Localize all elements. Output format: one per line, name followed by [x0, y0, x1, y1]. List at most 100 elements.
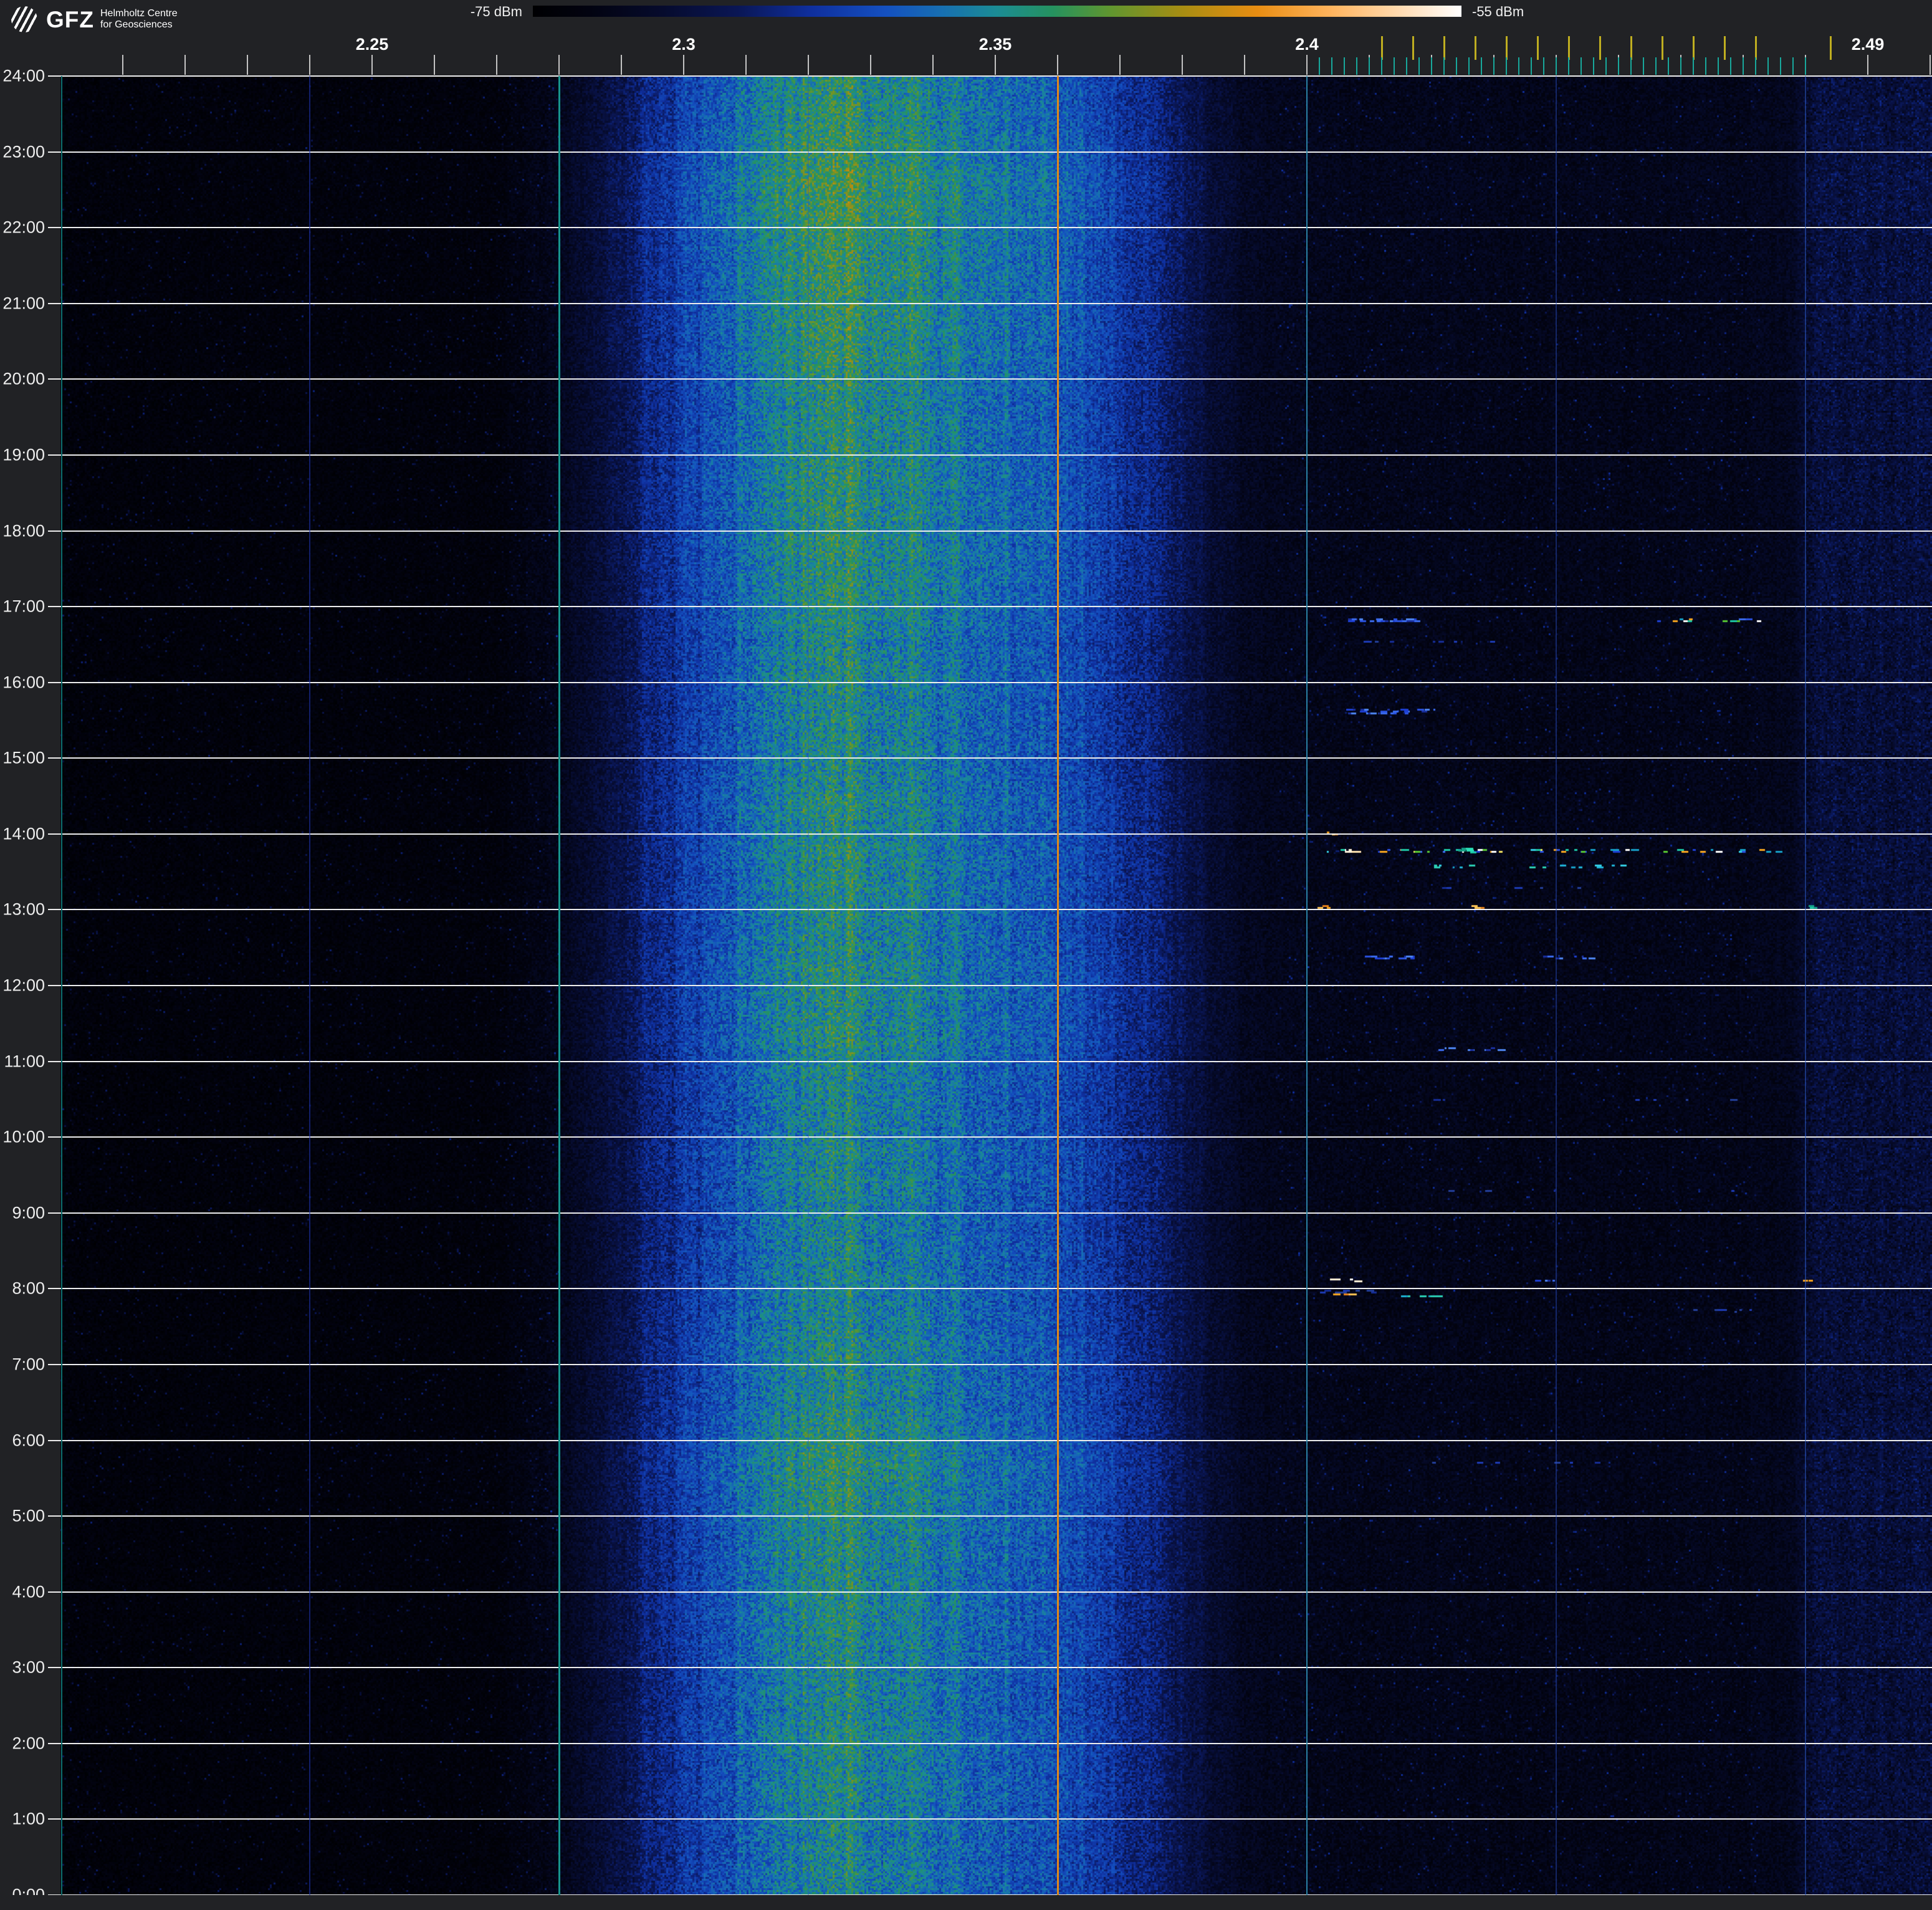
ble-channel-tick [1344, 57, 1345, 75]
wifi-channel-tick [1724, 36, 1726, 60]
hour-gridline [48, 1742, 1932, 1744]
hour-gridline [48, 1212, 1932, 1214]
time-axis-label: 1:00 [12, 1809, 45, 1828]
freq-axis-label: 2.4 [1295, 35, 1319, 54]
freq-marker-line [1306, 76, 1308, 1895]
gfz-logo-subtitle: Helmholtz Centre for Geosciences [100, 8, 178, 31]
ble-channel-tick [1556, 57, 1557, 75]
hour-gridline [48, 530, 1932, 532]
hour-gridline [48, 227, 1932, 229]
freq-minor-tick [1182, 55, 1183, 75]
ble-channel-tick [1767, 57, 1769, 75]
ble-channel-tick [1431, 57, 1432, 75]
freq-minor-tick [184, 55, 186, 75]
gfz-globe-icon [11, 6, 37, 32]
freq-minor-tick [309, 55, 310, 75]
wifi-channel-tick [1506, 36, 1508, 60]
time-axis-label: 21:00 [2, 294, 45, 313]
time-axis-label: 8:00 [12, 1279, 45, 1298]
freq-marker-line [1056, 76, 1059, 1895]
wifi-channel-tick [1412, 36, 1414, 60]
freq-minor-tick [745, 55, 747, 75]
ble-channel-tick [1394, 57, 1395, 75]
ble-channel-tick [1755, 57, 1756, 75]
ble-channel-tick [1443, 57, 1445, 75]
colorbar-gradient [533, 6, 1461, 17]
time-axis-label: 9:00 [12, 1203, 45, 1222]
time-axis-label: 3:00 [12, 1658, 45, 1677]
ble-channel-tick [1581, 57, 1582, 75]
freq-minor-tick [1057, 55, 1058, 75]
hour-gridline [48, 1288, 1932, 1290]
freq-minor-tick [434, 55, 435, 75]
freq-marker-line [558, 76, 560, 1895]
hour-gridline [48, 909, 1932, 911]
freq-minor-tick [1119, 55, 1121, 75]
freq-axis-label: 2.49 [1851, 35, 1885, 54]
ble-channel-tick [1406, 57, 1407, 75]
freq-axis-label: 2.35 [978, 35, 1012, 54]
gfz-brand-text: GFZ [46, 6, 94, 32]
time-axis-label: 15:00 [2, 748, 45, 767]
ble-channel-tick [1730, 57, 1731, 75]
freq-minor-tick [621, 55, 622, 75]
time-axis-label: 5:00 [12, 1506, 45, 1525]
time-axis-label: 16:00 [2, 673, 45, 692]
freq-minor-tick [1244, 55, 1245, 75]
freq-minor-tick [808, 55, 809, 75]
wifi-channel-tick [1568, 36, 1570, 60]
freq-marker-line [61, 76, 62, 1895]
freq-minor-tick [371, 55, 373, 75]
freq-axis-label: 2.25 [355, 35, 389, 54]
ble-channel-tick [1743, 57, 1744, 75]
ble-channel-tick [1705, 57, 1706, 75]
ble-channel-tick [1792, 57, 1794, 75]
time-axis-label: 7:00 [12, 1355, 45, 1374]
ble-channel-tick [1506, 57, 1507, 75]
time-axis-label: 2:00 [12, 1734, 45, 1753]
ble-channel-tick [1593, 57, 1594, 75]
hour-gridline [48, 985, 1932, 986]
wifi-channel-tick [1537, 36, 1539, 60]
ble-channel-tick [1481, 57, 1482, 75]
time-axis-label: 6:00 [12, 1431, 45, 1449]
ble-channel-tick [1630, 57, 1632, 75]
wifi-channel-tick [1381, 36, 1383, 60]
hour-gridline [48, 833, 1932, 835]
ble-channel-tick [1618, 57, 1619, 75]
time-axis-label: 12:00 [2, 976, 45, 995]
time-axis-label: 20:00 [2, 369, 45, 388]
freq-marker-line [309, 76, 310, 1895]
time-axis-label: 4:00 [12, 1582, 45, 1601]
ble-channel-tick [1568, 57, 1569, 75]
colorbar-min-label: -75 dBm [470, 4, 522, 19]
ble-channel-tick [1456, 57, 1457, 75]
hour-gridline [48, 1060, 1932, 1062]
hour-gridline [48, 1363, 1932, 1365]
hour-gridline [48, 378, 1932, 380]
hour-gridline [48, 606, 1932, 608]
freq-marker-line [1556, 76, 1557, 1895]
colorbar-max-label: -55 dBm [1472, 4, 1524, 19]
wifi-channel-tick [1830, 36, 1832, 60]
time-axis-label: 14:00 [2, 824, 45, 843]
freq-minor-tick [122, 55, 123, 75]
freq-minor-tick [870, 55, 871, 75]
freq-marker-line [1805, 76, 1806, 1895]
hour-gridline [48, 1439, 1932, 1441]
freq-axis-label: 2.3 [672, 35, 696, 54]
freq-minor-tick [1306, 55, 1308, 75]
time-axis-label: 24:00 [2, 66, 45, 85]
hour-gridline [48, 1818, 1932, 1820]
hour-gridline [48, 681, 1932, 683]
wifi-channel-tick [1755, 36, 1757, 60]
freq-minor-tick [1930, 55, 1931, 75]
hour-gridline [48, 1591, 1932, 1593]
hour-gridline [48, 151, 1932, 153]
time-axis-label: 17:00 [2, 597, 45, 616]
ble-channel-tick [1468, 57, 1470, 75]
ble-channel-tick [1643, 57, 1644, 75]
freq-minor-tick [496, 55, 497, 75]
wifi-channel-tick [1662, 36, 1663, 60]
time-axis-label: 19:00 [2, 445, 45, 464]
